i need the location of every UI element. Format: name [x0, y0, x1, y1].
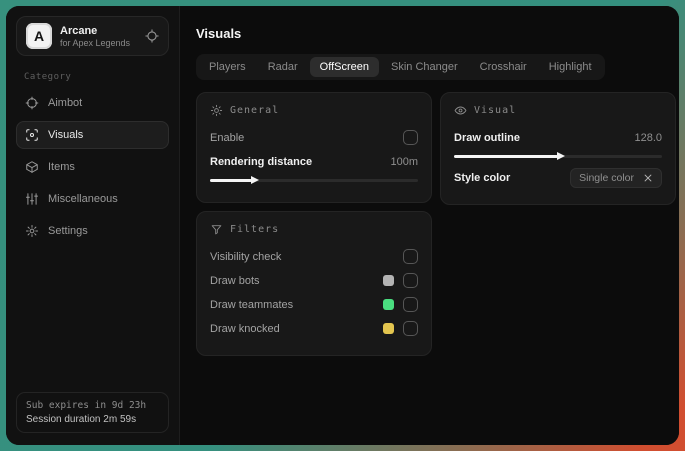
- box-icon: [25, 160, 39, 174]
- tab-crosshair[interactable]: Crosshair: [470, 57, 537, 77]
- target-icon[interactable]: [145, 29, 159, 43]
- draw-bots-checkbox[interactable]: [403, 273, 418, 288]
- tab-players[interactable]: Players: [199, 57, 256, 77]
- draw-bots-color-swatch[interactable]: [383, 275, 394, 286]
- tab-skin-changer[interactable]: Skin Changer: [381, 57, 468, 77]
- eye-icon: [454, 104, 467, 117]
- subscription-status-card: Sub expires in 9d 23h Session duration 2…: [16, 392, 169, 433]
- rendering-distance-slider[interactable]: [210, 175, 418, 185]
- draw-teammates-label: Draw teammates: [210, 298, 294, 311]
- sidebar-nav: Aimbot Visuals Items Miscellaneous Setti…: [16, 89, 169, 245]
- panel-title: Filters: [230, 224, 280, 235]
- app-window: A Arcane for Apex Legends Category Aimbo…: [6, 6, 679, 445]
- visibility-check-checkbox[interactable]: [403, 249, 418, 264]
- slider-thumb[interactable]: [250, 176, 259, 184]
- app-logo: A: [26, 23, 52, 49]
- clear-icon[interactable]: [643, 173, 653, 183]
- crosshair-icon: [25, 96, 39, 110]
- enable-label: Enable: [210, 131, 245, 144]
- page-title: Visuals: [196, 26, 242, 41]
- app-subtitle: for Apex Legends: [60, 37, 131, 48]
- sun-icon: [210, 104, 223, 117]
- app-name: Arcane: [60, 24, 98, 37]
- draw-teammates-checkbox[interactable]: [403, 297, 418, 312]
- sidebar-item-label: Items: [48, 161, 75, 173]
- main-content: Visuals Players Radar OffScreen Skin Cha…: [180, 6, 679, 445]
- style-color-value: Single color: [579, 171, 634, 184]
- sidebar-item-visuals[interactable]: Visuals: [16, 121, 169, 149]
- panel-title: Visual: [474, 105, 517, 116]
- filters-panel: Filters Visibility check Draw bots Draw …: [196, 211, 432, 356]
- sidebar-item-label: Settings: [48, 225, 88, 237]
- sidebar-item-label: Visuals: [48, 129, 84, 141]
- rendering-distance-value: 100m: [390, 155, 418, 168]
- draw-knocked-color-swatch[interactable]: [383, 323, 394, 334]
- enable-checkbox[interactable]: [403, 130, 418, 145]
- sidebar: A Arcane for Apex Legends Category Aimbo…: [6, 6, 180, 445]
- draw-outline-value: 128.0: [634, 131, 662, 144]
- draw-teammates-color-swatch[interactable]: [383, 299, 394, 310]
- sidebar-item-miscellaneous[interactable]: Miscellaneous: [16, 185, 169, 213]
- app-logo-card: A Arcane for Apex Legends: [16, 16, 169, 56]
- tab-highlight[interactable]: Highlight: [539, 57, 602, 77]
- visual-panel: Visual Draw outline 128.0 Style color Si…: [440, 92, 676, 205]
- gear-icon: [25, 224, 39, 238]
- slider-thumb[interactable]: [557, 152, 565, 160]
- draw-outline-label: Draw outline: [454, 131, 521, 144]
- scan-eye-icon: [25, 128, 39, 142]
- style-color-select[interactable]: Single color: [570, 167, 662, 188]
- session-duration-text: Session duration 2m 59s: [26, 414, 137, 425]
- general-panel: General Enable Rendering distance 100m: [196, 92, 432, 203]
- draw-knocked-label: Draw knocked: [210, 322, 280, 335]
- draw-outline-slider[interactable]: [454, 151, 662, 161]
- sidebar-item-label: Miscellaneous: [48, 193, 118, 205]
- draw-bots-label: Draw bots: [210, 274, 260, 287]
- sidebar-item-label: Aimbot: [48, 97, 83, 109]
- sidebar-item-aimbot[interactable]: Aimbot: [16, 89, 169, 117]
- draw-knocked-checkbox[interactable]: [403, 321, 418, 336]
- category-label: Category: [24, 72, 72, 82]
- sub-expires-text: Sub expires in 9d 23h: [26, 400, 147, 411]
- funnel-icon: [210, 223, 223, 236]
- rendering-distance-label: Rendering distance: [210, 155, 313, 168]
- visibility-check-label: Visibility check: [210, 250, 282, 263]
- panel-title: General: [230, 105, 280, 116]
- sidebar-item-items[interactable]: Items: [16, 153, 169, 181]
- tab-offscreen[interactable]: OffScreen: [309, 57, 379, 77]
- sidebar-item-settings[interactable]: Settings: [16, 217, 169, 245]
- visuals-tabstrip: Players Radar OffScreen Skin Changer Cro…: [196, 54, 605, 80]
- sliders-icon: [25, 192, 39, 206]
- tab-radar[interactable]: Radar: [258, 57, 308, 77]
- style-color-label: Style color: [454, 171, 511, 184]
